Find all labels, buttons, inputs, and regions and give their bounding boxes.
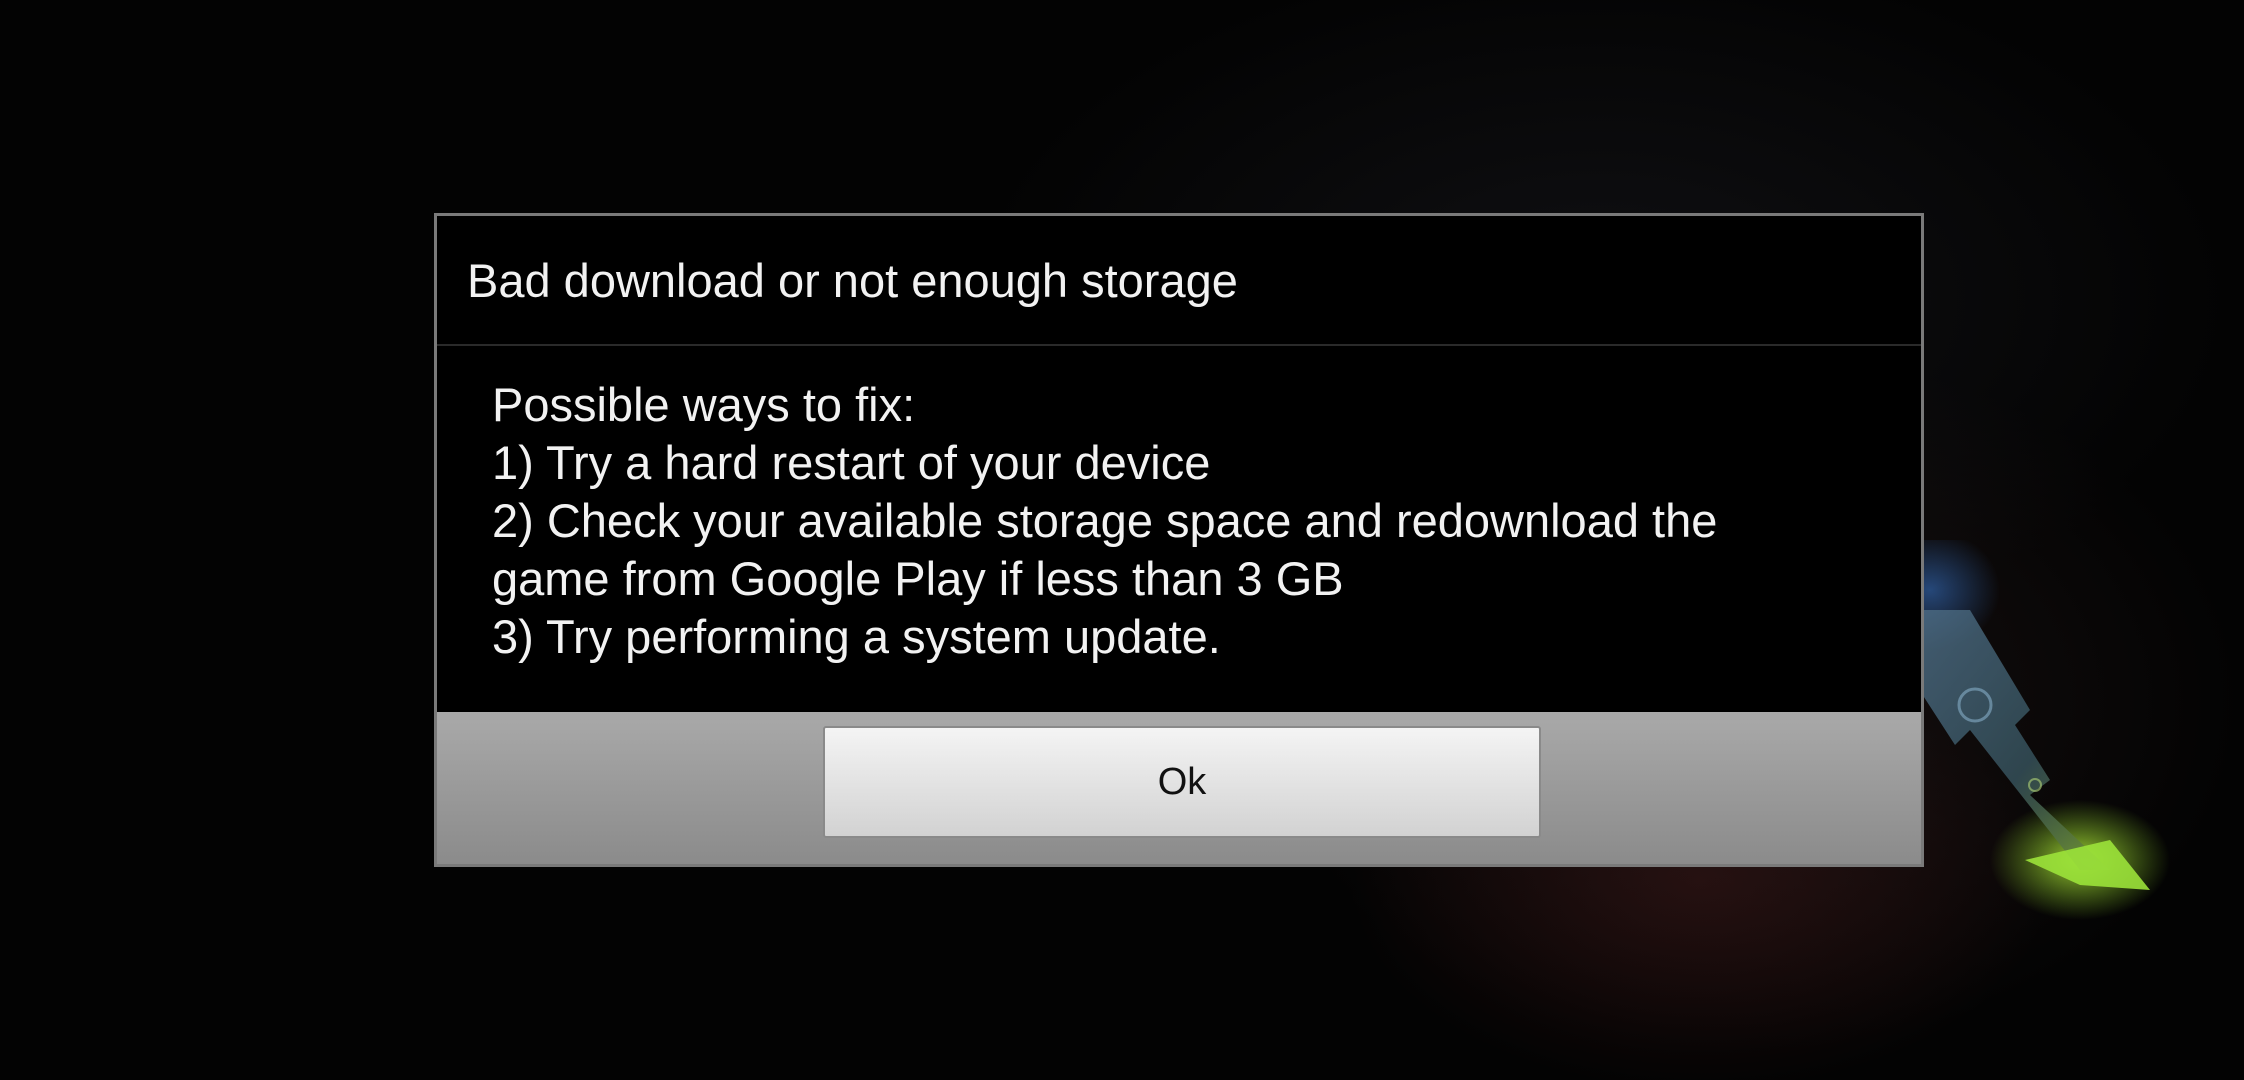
message-line: 1) Try a hard restart of your device xyxy=(492,436,1211,489)
dialog-message: Possible ways to fix: 1) Try a hard rest… xyxy=(492,376,1892,666)
message-line: 3) Try performing a system update. xyxy=(492,610,1221,663)
message-line: game from Google Play if less than 3 GB xyxy=(492,552,1344,605)
ok-button[interactable]: Ok xyxy=(823,726,1541,838)
dialog-button-bar: Ok xyxy=(437,712,1921,864)
game-background: Bad download or not enough storage Possi… xyxy=(0,0,2244,1080)
message-line: 2) Check your available storage space an… xyxy=(492,494,1718,547)
error-dialog: Bad download or not enough storage Possi… xyxy=(434,213,1924,867)
message-line: Possible ways to fix: xyxy=(492,378,916,431)
dialog-title: Bad download or not enough storage xyxy=(437,216,1921,346)
